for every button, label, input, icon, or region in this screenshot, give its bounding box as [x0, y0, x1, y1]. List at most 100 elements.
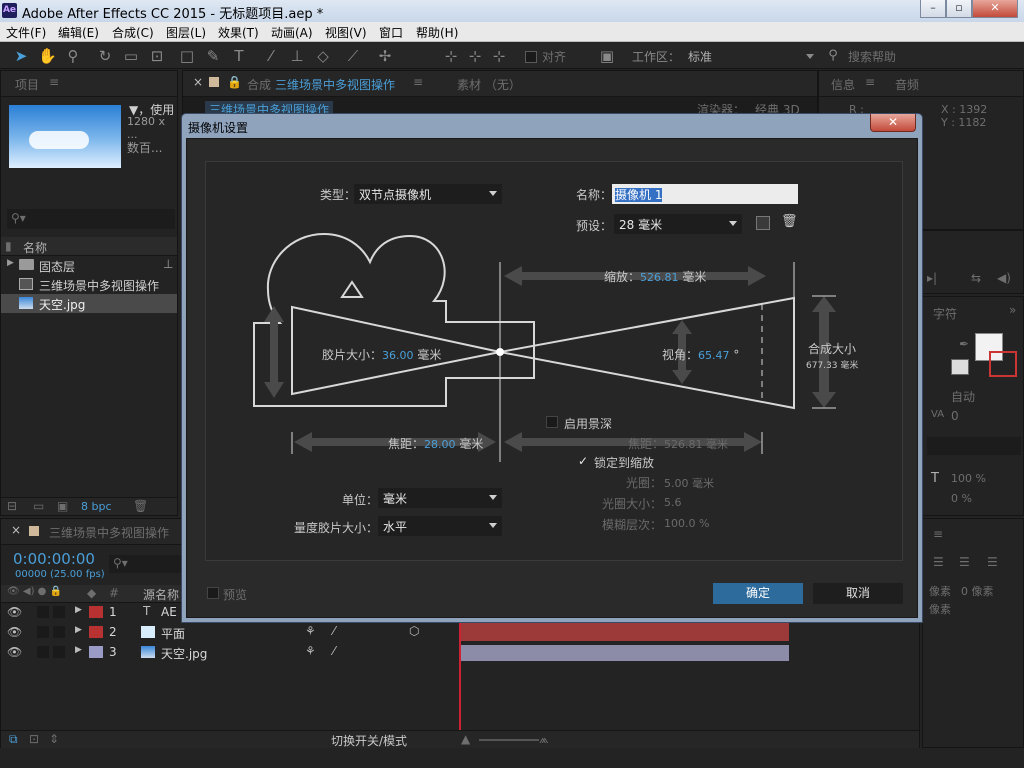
graph-editor-icon[interactable]: ⊡ [29, 732, 39, 746]
loop-icon[interactable]: ⇆ [971, 271, 981, 285]
close-tab-icon[interactable]: × [193, 75, 203, 89]
workspace-dropdown-arrow-icon[interactable] [806, 54, 814, 59]
snap-checkbox[interactable] [525, 51, 537, 63]
save-preset-icon[interactable] [756, 216, 770, 230]
dialog-close-button[interactable]: ✕ [870, 114, 916, 132]
label-color-swatch[interactable] [89, 626, 103, 638]
new-folder-icon[interactable]: ▭ [33, 499, 44, 513]
rotate-tool-icon[interactable]: ↻ [96, 47, 114, 65]
eraser-tool-icon[interactable]: ◇ [314, 47, 332, 65]
shy-switch-icon[interactable]: ⚘ [305, 624, 316, 638]
menu-effect[interactable]: 效果(T) [218, 24, 259, 41]
stroke-color-swatch[interactable] [989, 351, 1017, 377]
menu-view[interactable]: 视图(V) [325, 24, 367, 41]
zoom-in-icon[interactable]: ⩕ [539, 732, 548, 747]
close-window-button[interactable]: ✕ [972, 0, 1018, 18]
align-right-icon[interactable]: ☰ [987, 555, 998, 569]
menu-animation[interactable]: 动画(A) [271, 24, 313, 41]
last-frame-icon[interactable]: ▸| [927, 271, 937, 285]
expand-arrow-icon[interactable]: ▶ [7, 258, 14, 268]
panel-menu-icon[interactable]: ≡ [865, 75, 875, 89]
interpret-footage-icon[interactable]: ⊟ [7, 499, 17, 513]
shy-switch-icon[interactable]: ⚘ [305, 644, 316, 658]
audio-icon[interactable]: ◀) [997, 271, 1011, 285]
pen-tool-icon[interactable]: ✎ [204, 47, 222, 65]
zoom-slider[interactable] [479, 739, 539, 741]
menu-edit[interactable]: 编辑(E) [58, 24, 99, 41]
camera-name-input[interactable]: 摄像机 1 [612, 184, 798, 204]
space-before-value[interactable]: 像素 [929, 601, 951, 617]
clone-stamp-tool-icon[interactable]: ⊥ [288, 47, 306, 65]
menu-window[interactable]: 窗口 [379, 24, 403, 41]
focal-length-value[interactable]: 28.00 [424, 438, 456, 451]
baseline-shift-value[interactable]: 0 % [951, 492, 972, 505]
maximize-button[interactable]: ▫ [946, 0, 972, 18]
layer-name[interactable]: 天空.jpg [161, 645, 207, 662]
expand-icon[interactable]: » [1009, 303, 1016, 317]
lock-switch[interactable] [53, 606, 65, 618]
selection-tool-icon[interactable]: ➤ [12, 47, 30, 65]
project-item-comp[interactable]: 三维场景中多视图操作 [1, 275, 177, 294]
cancel-button[interactable]: 取消 [813, 583, 903, 604]
expand-arrow-icon[interactable]: ▶ [75, 605, 82, 615]
column-source-name[interactable]: 源名称 [143, 586, 179, 603]
label-color-swatch[interactable] [89, 646, 103, 658]
swap-color-icon[interactable] [951, 359, 969, 375]
align-center-icon[interactable]: ☰ [959, 555, 970, 569]
enable-dof-checkbox[interactable] [546, 416, 558, 428]
camera-tool-icon[interactable]: ▭ [122, 47, 140, 65]
film-size-value[interactable]: 36.00 [382, 349, 414, 362]
puppet-pin-tool-icon[interactable]: ✢ [376, 47, 394, 65]
layer-duration-bar[interactable] [459, 623, 789, 641]
brush-tool-icon[interactable]: ⁄ [262, 47, 280, 65]
ok-button[interactable]: 确定 [713, 583, 803, 604]
indent-left-value[interactable]: 像素 [929, 583, 951, 599]
eye-icon[interactable]: 👁 [7, 605, 22, 619]
lock-switch[interactable] [53, 646, 65, 658]
tracking-value[interactable]: 0 [951, 409, 959, 423]
menu-help[interactable]: 帮助(H) [416, 24, 458, 41]
close-tab-icon[interactable]: × [11, 523, 21, 537]
vertical-scale-value[interactable]: 100 % [951, 472, 986, 485]
search-help-input[interactable]: 搜索帮助 [848, 48, 896, 65]
align-left-icon[interactable]: ☰ [933, 555, 944, 569]
rectangle-tool-icon[interactable]: □ [178, 47, 196, 65]
zoom-tool-icon[interactable]: ⚲ [64, 47, 82, 65]
project-item-folder[interactable]: ▶ 固态层 ⊥ [1, 256, 177, 275]
comp-tab[interactable]: 三维场景中多视图操作 [275, 76, 395, 93]
info-tab[interactable]: 信息 [831, 76, 855, 93]
local-axis-icon[interactable]: ⊹ [442, 47, 460, 65]
trash-icon[interactable]: 🗑 [133, 499, 148, 513]
eye-icon[interactable]: 👁 [7, 645, 22, 659]
quality-switch-icon[interactable]: ⁄ [333, 624, 335, 638]
panel-menu-icon[interactable]: ≡ [413, 75, 423, 89]
flowchart-icon[interactable]: ⊥ [163, 257, 173, 271]
column-name[interactable]: 名称 [23, 239, 47, 256]
character-tab[interactable]: 字符 [933, 305, 957, 322]
workspace-select[interactable]: 标准 [688, 48, 712, 65]
project-search-input[interactable]: ⚲▾ [7, 209, 175, 229]
zoom-out-icon[interactable]: ▲ [461, 732, 470, 746]
kerning-value[interactable]: 自动 [951, 388, 975, 405]
roto-brush-tool-icon[interactable]: ⟋ [344, 47, 362, 65]
project-tab[interactable]: 项目 [15, 76, 39, 93]
timeline-tab[interactable]: 三维场景中多视图操作 [49, 524, 169, 541]
preview-checkbox[interactable] [207, 587, 219, 599]
quality-switch-icon[interactable]: ⁄ [333, 644, 335, 658]
footage-tab[interactable]: 素材 （无） [457, 76, 521, 93]
solo-switch[interactable] [37, 626, 49, 638]
angle-of-view-value[interactable]: 65.47 [698, 349, 730, 362]
lock-switch[interactable] [53, 626, 65, 638]
lock-icon[interactable]: 🔒 [227, 75, 242, 89]
audio-tab[interactable]: 音频 [895, 76, 919, 93]
3d-layer-icon[interactable]: ⬡ [409, 624, 419, 638]
hand-tool-icon[interactable]: ✋ [38, 47, 57, 65]
units-select[interactable]: 毫米 [378, 488, 502, 508]
layer-duration-bar[interactable] [459, 645, 789, 661]
bpc-toggle[interactable]: 8 bpc [81, 500, 112, 513]
type-tool-icon[interactable]: T [230, 47, 248, 65]
menu-file[interactable]: 文件(F) [6, 24, 46, 41]
playhead-line[interactable] [459, 603, 461, 747]
layer-name[interactable]: 平面 [161, 625, 185, 642]
delete-preset-icon[interactable]: 🗑 [781, 214, 798, 229]
